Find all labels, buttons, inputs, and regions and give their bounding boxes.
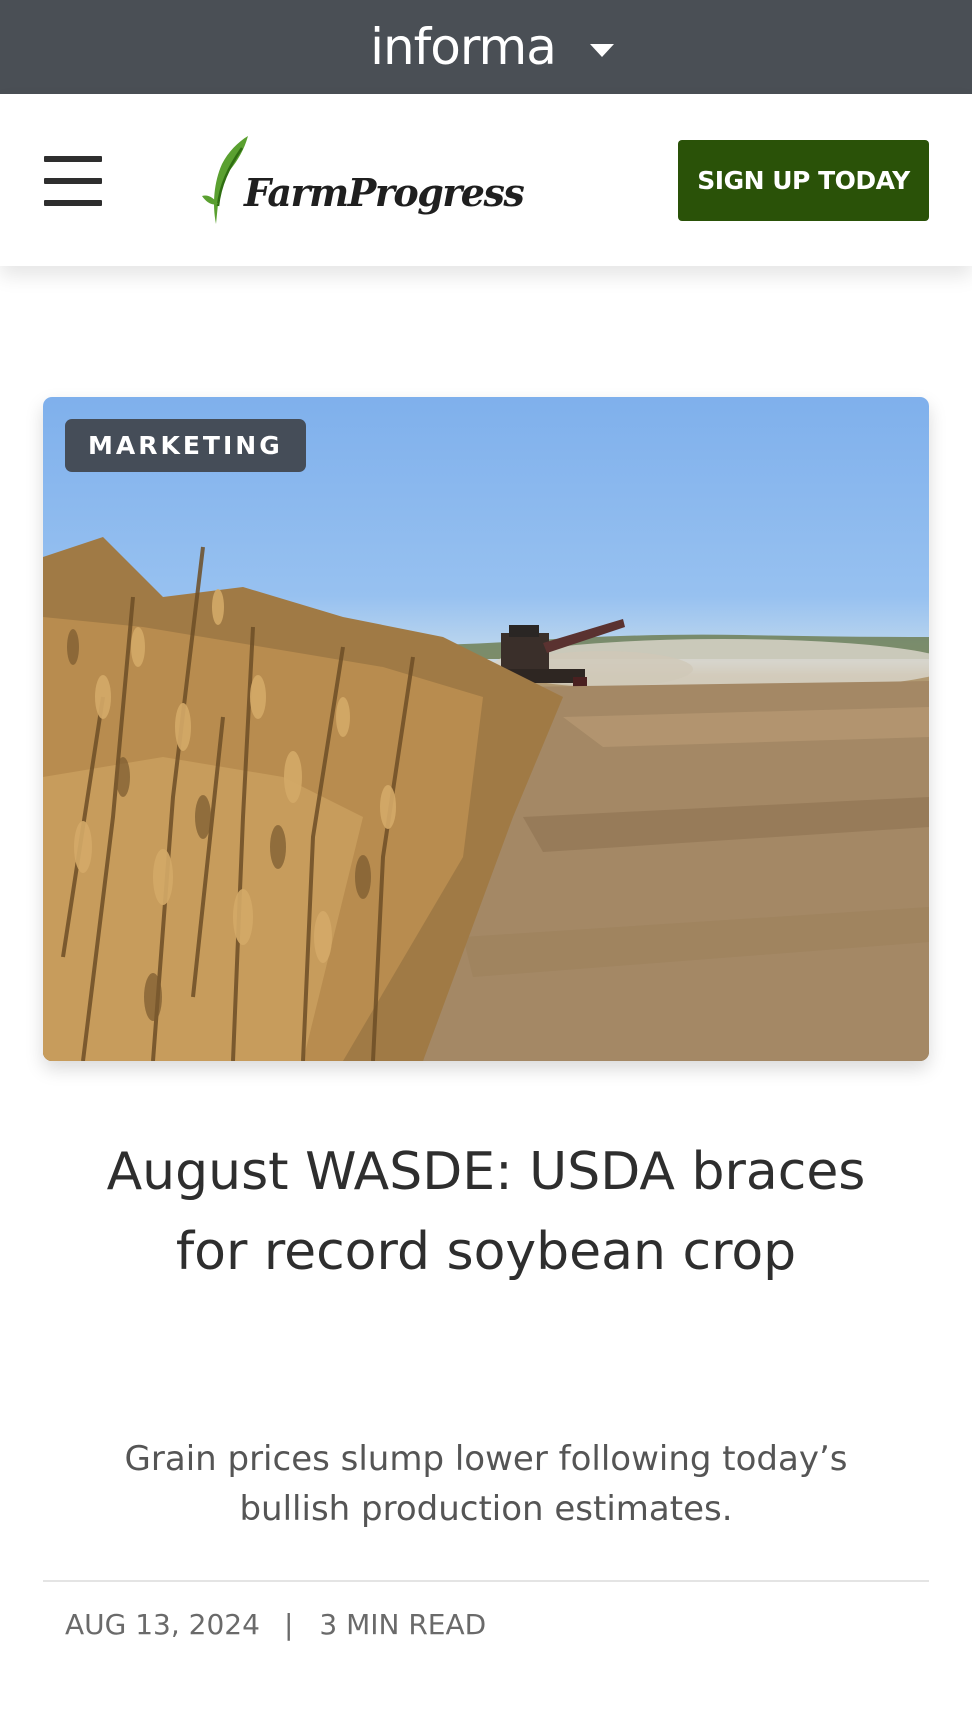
article-headline: August WASDE: USDA braces for record soy… [106, 1142, 866, 1282]
hamburger-line [44, 200, 102, 206]
article-summary: Grain prices slump lower following today… [124, 1439, 848, 1529]
brand-name: FarmProgress [244, 170, 525, 215]
informa-logo[interactable]: informa [370, 18, 557, 76]
chevron-down-icon[interactable] [589, 43, 614, 57]
hamburger-line [44, 178, 102, 184]
soybean-field-photo [43, 537, 929, 1061]
article-meta: AUG 13, 2024 | 3 MIN READ [65, 1604, 486, 1644]
hamburger-line [44, 156, 102, 162]
category-badge[interactable]: MARKETING [65, 419, 306, 472]
publish-date: AUG 13, 2024 [65, 1607, 260, 1641]
meta-separator: | [283, 1607, 294, 1641]
hamburger-menu-icon[interactable] [44, 156, 102, 206]
sign-up-button[interactable]: SIGN UP TODAY [678, 140, 929, 221]
hero-image[interactable]: MARKETING [43, 397, 929, 1061]
farm-progress-logo[interactable]: FarmProgress [198, 134, 525, 226]
read-time: 3 MIN READ [319, 1607, 487, 1641]
informa-bar: informa [0, 0, 972, 94]
site-header: FarmProgress SIGN UP TODAY [0, 94, 972, 266]
divider [43, 1580, 929, 1582]
